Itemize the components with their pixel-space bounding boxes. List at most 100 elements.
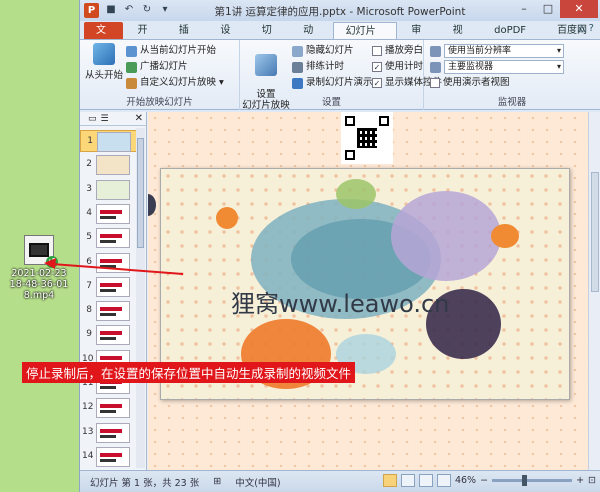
from-current-slide-button[interactable]: 从当前幻灯片开始 — [126, 44, 216, 58]
zoom-slider[interactable] — [492, 475, 573, 486]
slide-thumbnail[interactable]: 7 — [80, 276, 138, 298]
presenter-view-checkbox[interactable]: 使用演示者视图 — [430, 76, 510, 90]
slide-sorter-button[interactable] — [400, 474, 415, 487]
group-setup: 设置 幻灯片放映 隐藏幻灯片 排练计时 录制幻灯片演示▾ 播放旁白 ✓ 使用计时 — [240, 40, 442, 111]
slide-icon — [126, 45, 137, 57]
fit-to-window-icon[interactable]: ⊡ — [588, 475, 596, 486]
slide-thumbnail[interactable]: 2 — [80, 154, 138, 176]
pane-tabs: ▭ ☰ ✕ — [80, 112, 146, 126]
slide-number: 13 — [82, 426, 94, 437]
annotation-callout: 停止录制后，在设置的保存位置中自动生成录制的视频文件 — [22, 362, 356, 383]
monitor-select[interactable]: 主要监视器 — [430, 60, 564, 74]
outline-tab-icon[interactable]: ☰ — [101, 114, 109, 124]
maximize-button[interactable]: □ — [536, 0, 560, 18]
timer-icon — [292, 61, 303, 73]
slide-preview — [96, 276, 130, 297]
language-indicator[interactable]: 中文(中国) — [235, 475, 280, 489]
slide-number: 4 — [86, 207, 92, 218]
record-icon — [292, 77, 303, 89]
minimize-button[interactable]: – — [512, 0, 536, 18]
tab-home[interactable]: 开始 — [125, 22, 164, 53]
zoom-out-button[interactable]: − — [480, 475, 488, 486]
slide-number: 12 — [82, 402, 94, 413]
slide-editor: 狸窝www.leawo.cn — [148, 112, 588, 470]
play-narrations-checkbox[interactable]: 播放旁白 — [372, 44, 423, 58]
slide-number: 14 — [82, 450, 94, 461]
tab-review[interactable]: 审阅 — [399, 22, 438, 53]
zoom-level[interactable]: 46% — [455, 475, 476, 486]
video-file-icon: ↺ — [24, 235, 58, 268]
slide-thumbnail[interactable]: 4 — [80, 203, 138, 225]
slide-preview — [96, 325, 130, 346]
slide-preview — [97, 132, 131, 152]
tab-insert[interactable]: 插入 — [167, 22, 206, 53]
slide-preview — [96, 228, 130, 249]
slide-number: 5 — [86, 232, 92, 243]
reading-view-button[interactable] — [418, 474, 433, 487]
broadcast-icon — [126, 61, 137, 73]
group-label-monitors: 监视器 — [497, 97, 527, 108]
tab-dopdf[interactable]: doPDF 10 — [482, 22, 543, 53]
slide-thumbnail[interactable]: 3 — [80, 179, 138, 201]
splash-orange-right — [491, 224, 519, 248]
checkbox-empty-icon — [430, 78, 440, 88]
slide-number: 8 — [86, 305, 92, 316]
theme-icon[interactable]: ⊞ — [213, 476, 221, 487]
checkbox-checked-icon: ✓ — [372, 78, 382, 88]
tab-design[interactable]: 设计 — [208, 22, 247, 53]
status-bar: 幻灯片 第 1 张，共 23 张 ⊞ 中文(中国) 46% − + ⊡ — [80, 470, 600, 492]
slide-thumbnail[interactable]: 14 — [80, 446, 138, 468]
slide-preview — [96, 301, 130, 322]
slide-counter: 幻灯片 第 1 张，共 23 张 — [90, 477, 200, 489]
splash-purple — [391, 191, 501, 281]
record-slideshow-button[interactable]: 录制幻灯片演示▾ — [292, 76, 380, 90]
slide-number: 3 — [86, 183, 92, 194]
slide-preview — [96, 422, 130, 443]
ribbon-tabs: 文件 开始 插入 设计 切换 动画 幻灯片放映 审阅 视图 doPDF 10 百… — [80, 21, 600, 54]
editor-scrollbar[interactable] — [588, 112, 600, 470]
custom-slideshow-button[interactable]: 自定义幻灯片放映 ▾ — [126, 76, 224, 90]
slide-preview — [96, 398, 130, 419]
tab-file[interactable]: 文件 — [84, 22, 124, 53]
resolution-select[interactable]: 使用当前分辨率 — [430, 44, 564, 58]
slides-tab-icon[interactable]: ▭ — [88, 114, 97, 124]
hide-slide-button[interactable]: 隐藏幻灯片 — [292, 44, 354, 58]
group-label-start: 开始放映幻灯片 — [126, 97, 193, 108]
thumbnail-scrollbar[interactable] — [136, 128, 145, 468]
slide-thumbnail[interactable]: 13 — [80, 422, 138, 444]
tab-transitions[interactable]: 切换 — [250, 22, 289, 53]
custom-show-icon — [126, 77, 137, 89]
use-timings-checkbox[interactable]: ✓ 使用计时 — [372, 60, 423, 74]
normal-view-button[interactable] — [382, 474, 397, 487]
slide-thumbnail[interactable]: 1 — [80, 130, 138, 152]
tab-view[interactable]: 视图 — [441, 22, 480, 53]
from-beginning-button[interactable]: 从头开始 — [84, 43, 124, 81]
slide-preview — [96, 179, 130, 200]
slideshow-view-button[interactable] — [436, 474, 451, 487]
slide-thumbnail[interactable]: 5 — [80, 227, 138, 249]
slide-thumbnail[interactable]: 6 — [80, 252, 138, 274]
splash-orange-small — [216, 207, 238, 229]
close-button[interactable]: ✕ — [560, 0, 598, 18]
slide-preview — [96, 155, 130, 176]
help-icon[interactable]: △ ? — [578, 23, 594, 34]
tab-slideshow[interactable]: 幻灯片放映 — [332, 22, 398, 54]
slide-watermark-text: 狸窝www.leawo.cn — [231, 290, 450, 318]
slide-thumbnail[interactable]: 12 — [80, 397, 138, 419]
slide-number: 9 — [86, 329, 92, 340]
zoom-in-button[interactable]: + — [576, 475, 584, 486]
tab-animations[interactable]: 动画 — [291, 22, 330, 53]
slide-number: 1 — [87, 136, 93, 146]
desktop-video-file[interactable]: ↺ 2021-02-23 18-48-36-01 8.mp4 — [8, 235, 70, 301]
title-bar: P ■ ↶ ↻ ▾ 第1讲 运算定律的应用.pptx - Microsoft P… — [80, 0, 600, 21]
work-area: ▭ ☰ ✕ 1 2 3 4 5 6 7 8 9 10 11 12 13 14 狸… — [80, 112, 600, 470]
checkbox-checked-icon: ✓ — [372, 62, 382, 72]
monitor-icon — [430, 61, 441, 73]
broadcast-button[interactable]: 广播幻灯片 — [126, 60, 188, 74]
ribbon-panel: 从头开始 从当前幻灯片开始 广播幻灯片 自定义幻灯片放映 ▾ 开始放映幻灯片 设置… — [80, 39, 600, 111]
slide-number: 6 — [86, 256, 92, 267]
slide-thumbnail[interactable]: 9 — [80, 324, 138, 346]
slide-thumbnail[interactable]: 8 — [80, 300, 138, 322]
close-pane-icon[interactable]: ✕ — [135, 113, 143, 124]
rehearse-timings-button[interactable]: 排练计时 — [292, 60, 344, 74]
